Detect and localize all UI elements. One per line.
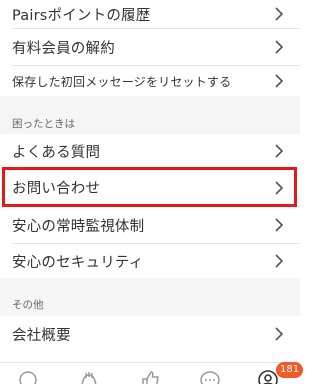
menu-item-label: 安心の常時監視体制 bbox=[12, 218, 145, 235]
tab-messages[interactable] bbox=[199, 370, 221, 384]
chevron-right-icon bbox=[275, 40, 284, 54]
menu-item-monitoring[interactable]: 安心の常時監視体制 bbox=[0, 207, 300, 243]
menu-item-company-profile[interactable]: 会社概要 bbox=[0, 316, 300, 352]
menu-item-label: Pairsポイントの履歴 bbox=[12, 7, 151, 24]
chevron-right-icon bbox=[275, 218, 284, 232]
menu-item-label: お問い合わせ bbox=[12, 181, 101, 197]
community-icon bbox=[81, 372, 97, 384]
search-icon bbox=[19, 371, 37, 384]
tab-like[interactable] bbox=[140, 370, 162, 384]
menu-item-security[interactable]: 安心のセキュリティ bbox=[0, 244, 300, 278]
menu-item-label: 安心のセキュリティ bbox=[12, 254, 144, 271]
section-header-help: 困ったときは bbox=[0, 96, 300, 134]
menu-item-label: 有料会員の解約 bbox=[12, 40, 115, 57]
chevron-right-icon bbox=[275, 327, 284, 341]
chevron-right-icon bbox=[275, 144, 284, 158]
tab-search[interactable] bbox=[18, 370, 40, 384]
chevron-right-icon bbox=[275, 74, 284, 88]
menu-item-faq[interactable]: よくある質問 bbox=[0, 134, 300, 168]
section-title: 困ったときは bbox=[12, 118, 75, 130]
tab-community[interactable] bbox=[78, 370, 100, 384]
like-icon bbox=[142, 371, 159, 384]
chevron-right-icon bbox=[275, 254, 284, 268]
menu-item-reset-first-message[interactable]: 保存した初回メッセージをリセットする bbox=[0, 66, 300, 96]
message-icon bbox=[200, 371, 220, 384]
tab-bar bbox=[0, 362, 300, 384]
menu-item-contact[interactable]: お問い合わせ bbox=[0, 169, 300, 206]
menu-item-label: よくある質問 bbox=[12, 144, 101, 161]
notification-badge: 181 bbox=[276, 362, 304, 378]
chevron-right-icon bbox=[275, 180, 284, 195]
section-title: その他 bbox=[12, 299, 44, 311]
chevron-right-icon bbox=[275, 7, 284, 21]
menu-item-label: 会社概要 bbox=[12, 327, 71, 344]
menu-item-cancel-membership[interactable]: 有料会員の解約 bbox=[0, 29, 300, 65]
section-header-other: その他 bbox=[0, 278, 300, 316]
menu-item-label: 保存した初回メッセージをリセットする bbox=[12, 74, 232, 89]
menu-item-point-history[interactable]: Pairsポイントの履歴 bbox=[0, 0, 300, 28]
